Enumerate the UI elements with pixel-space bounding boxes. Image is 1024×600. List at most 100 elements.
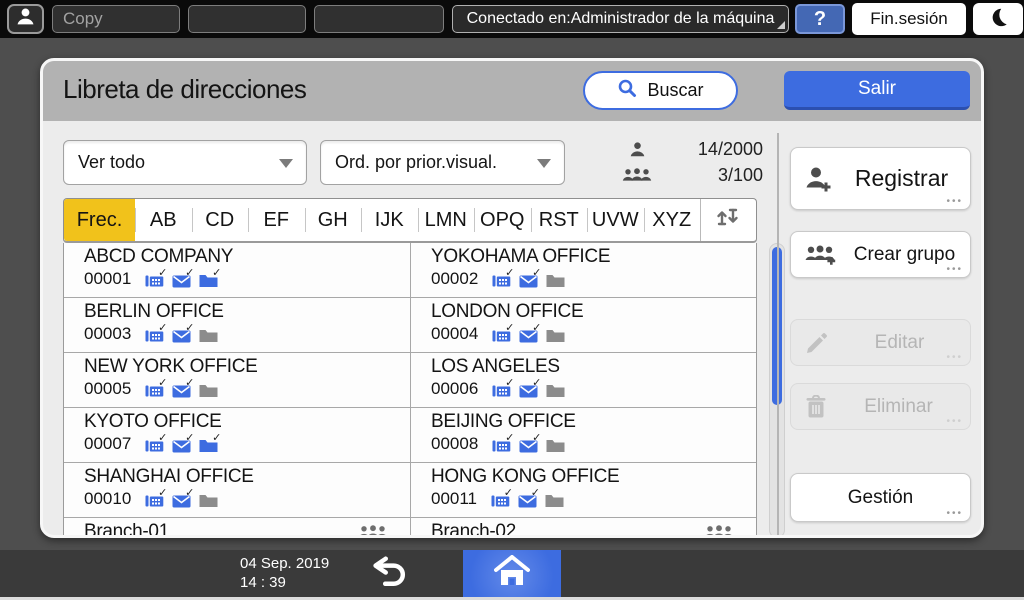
capacity-counters: 14/2000 3/100 xyxy=(663,136,763,188)
email-icon: ✓ xyxy=(519,267,541,288)
create-group-button[interactable]: Crear grupo ••• xyxy=(790,231,971,278)
address-entry[interactable]: BERLIN OFFICE 00003 ✓ ✓ ✓ xyxy=(64,298,410,352)
edit-button[interactable]: Editar ••• xyxy=(790,319,971,366)
page-title: Libreta de direcciones xyxy=(63,74,307,104)
ellipsis-icon: ••• xyxy=(946,508,963,519)
person-icon xyxy=(617,137,657,162)
logout-button[interactable]: Fin.sesión xyxy=(852,3,966,35)
tab-lmn[interactable]: LMN xyxy=(417,199,475,241)
tab-ef[interactable]: EF xyxy=(248,199,305,241)
table-row: SHANGHAI OFFICE 00010 ✓ ✓ ✓ HONG KONG OF… xyxy=(64,463,756,518)
group-add-icon xyxy=(805,244,839,266)
user-account-button[interactable] xyxy=(7,4,44,34)
address-entry[interactable]: KYOTO OFFICE 00007 ✓ ✓ ✓ xyxy=(64,408,410,462)
group-icon xyxy=(358,524,388,535)
folder-icon: ✓ xyxy=(199,326,218,343)
user-icon xyxy=(16,7,35,31)
function-key-copy[interactable]: Copy xyxy=(52,5,180,33)
email-icon: ✓ xyxy=(519,432,541,453)
view-filter-dropdown[interactable]: Ver todo xyxy=(63,140,307,185)
address-book-panel: Libreta de direcciones Buscar Salir Ver … xyxy=(40,58,984,538)
divider xyxy=(777,133,779,535)
group-entry[interactable]: Branch-02 xyxy=(410,518,756,535)
tab-gh[interactable]: GH xyxy=(304,199,362,241)
fax-icon: ✓ xyxy=(145,322,167,343)
function-key-empty-2[interactable] xyxy=(314,5,444,33)
tab-rst[interactable]: RST xyxy=(530,199,588,241)
trash-icon xyxy=(805,394,827,419)
tab-cd[interactable]: CD xyxy=(191,199,249,241)
delete-button[interactable]: Eliminar ••• xyxy=(790,383,971,430)
function-key-empty-1[interactable] xyxy=(188,5,306,33)
email-icon: ✓ xyxy=(172,432,194,453)
table-row: BERLIN OFFICE 00003 ✓ ✓ ✓ LONDON OFFICE … xyxy=(64,298,756,353)
pencil-icon xyxy=(805,331,829,355)
table-row: Branch-01 Branch-02 xyxy=(64,518,756,535)
tab-xyz[interactable]: XYZ xyxy=(643,199,701,241)
switch-index-button[interactable] xyxy=(700,199,756,241)
fax-icon: ✓ xyxy=(492,322,514,343)
address-list: ABCD COMPANY 00001 ✓ ✓ ✓ YOKOHAMA OFFICE… xyxy=(63,243,757,535)
sort-order-dropdown[interactable]: Ord. por prior.visual. xyxy=(320,140,565,185)
fax-icon: ✓ xyxy=(492,267,514,288)
tab-opq[interactable]: OPQ xyxy=(474,199,531,241)
search-button[interactable]: Buscar xyxy=(583,71,738,110)
time-text: 14 : 39 xyxy=(240,574,286,591)
fax-icon: ✓ xyxy=(145,377,167,398)
copy-label: Copy xyxy=(63,9,103,28)
energy-saver-button[interactable] xyxy=(973,3,1023,35)
table-row: ABCD COMPANY 00001 ✓ ✓ ✓ YOKOHAMA OFFICE… xyxy=(64,243,756,298)
view-filter-value: Ver todo xyxy=(78,152,146,172)
group-count: 3/100 xyxy=(717,165,763,185)
fax-icon: ✓ xyxy=(492,432,514,453)
exit-label: Salir xyxy=(857,78,896,99)
sort-order-value: Ord. por prior.visual. xyxy=(335,152,498,172)
address-entry[interactable]: LONDON OFFICE 00004 ✓ ✓ ✓ xyxy=(410,298,756,352)
tab-uvw[interactable]: UVW xyxy=(587,199,644,241)
folder-icon: ✓ xyxy=(546,271,565,288)
ellipsis-icon: ••• xyxy=(946,352,963,363)
moon-icon xyxy=(987,6,1009,33)
user-count: 14/2000 xyxy=(697,139,763,159)
folder-icon: ✓ xyxy=(199,381,218,398)
address-entry[interactable]: ABCD COMPANY 00001 ✓ ✓ ✓ xyxy=(64,243,410,297)
chevron-down-icon xyxy=(279,159,293,168)
help-button[interactable]: ? xyxy=(795,4,845,34)
ellipsis-icon: ••• xyxy=(946,416,963,427)
home-button[interactable] xyxy=(463,550,561,597)
address-entry[interactable]: HONG KONG OFFICE 00011 ✓ ✓ ✓ xyxy=(410,463,756,517)
back-button[interactable] xyxy=(365,555,415,592)
ellipsis-icon: ••• xyxy=(946,196,963,207)
device-screen: Copy Conectado en:Administrador de la má… xyxy=(0,0,1024,600)
index-tab-bar: Frec. AB CD EF GH IJK LMN OPQ RST UVW XY… xyxy=(63,198,757,243)
datetime-display: 04 Sep. 2019 14 : 39 xyxy=(240,554,329,592)
register-button[interactable]: Registrar ••• xyxy=(790,147,971,210)
login-status-label: Conectado en:Administrador de la máquina xyxy=(466,10,775,27)
folder-icon: ✓ xyxy=(546,381,565,398)
tab-frec[interactable]: Frec. xyxy=(64,199,135,241)
count-icons xyxy=(617,137,657,187)
dropdown-corner-icon xyxy=(777,21,785,29)
home-icon xyxy=(494,555,530,592)
email-icon: ✓ xyxy=(172,377,194,398)
exit-button[interactable]: Salir xyxy=(784,71,970,110)
bottom-bar: 04 Sep. 2019 14 : 39 xyxy=(0,550,1024,597)
address-entry[interactable]: NEW YORK OFFICE 00005 ✓ ✓ ✓ xyxy=(64,353,410,407)
email-icon: ✓ xyxy=(519,322,541,343)
email-icon: ✓ xyxy=(518,487,540,508)
folder-icon: ✓ xyxy=(546,436,565,453)
tab-ab[interactable]: AB xyxy=(135,199,192,241)
fax-icon: ✓ xyxy=(145,432,167,453)
top-bar: Copy Conectado en:Administrador de la má… xyxy=(0,0,1024,38)
login-status-button[interactable]: Conectado en:Administrador de la máquina xyxy=(452,5,789,33)
address-entry[interactable]: YOKOHAMA OFFICE 00002 ✓ ✓ ✓ xyxy=(410,243,756,297)
management-button[interactable]: Gestión ••• xyxy=(790,473,971,522)
address-entry[interactable]: SHANGHAI OFFICE 00010 ✓ ✓ ✓ xyxy=(64,463,410,517)
address-entry[interactable]: BEIJING OFFICE 00008 ✓ ✓ ✓ xyxy=(410,408,756,462)
tab-ijk[interactable]: IJK xyxy=(361,199,418,241)
fax-icon: ✓ xyxy=(491,487,513,508)
group-entry[interactable]: Branch-01 xyxy=(64,518,410,535)
address-entry[interactable]: LOS ANGELES 00006 ✓ ✓ ✓ xyxy=(410,353,756,407)
email-icon: ✓ xyxy=(519,377,541,398)
person-add-icon xyxy=(805,166,833,192)
